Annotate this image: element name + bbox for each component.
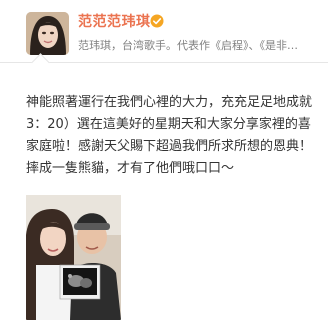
post-text: 神能照著運行在我們心裡的大力，充充足足地成就 3：20）選在這美好的星期天和大家… bbox=[26, 92, 328, 180]
post-line: 3：20）選在這美好的星期天和大家分享家裡的喜 bbox=[26, 117, 311, 132]
post-line: 神能照著運行在我們心裡的大力，充充足足地成就 bbox=[26, 95, 313, 110]
post-line: 家庭啦！感謝天父賜下超過我們所求所想的恩典！ bbox=[26, 139, 313, 154]
profile-header: 范范范玮琪 范玮琪，台湾歌手。代表作《启程》、《是非… bbox=[0, 0, 328, 63]
post-line: 摔成一隻熊貓，才有了他們哦口口～ bbox=[26, 161, 235, 176]
post-photo[interactable] bbox=[26, 195, 121, 320]
verified-badge-icon bbox=[150, 13, 164, 28]
profile-description: 范玮琪，台湾歌手。代表作《启程》、《是非… bbox=[78, 39, 298, 52]
avatar[interactable] bbox=[26, 12, 69, 55]
profile-name[interactable]: 范范范玮琪 bbox=[78, 11, 151, 31]
